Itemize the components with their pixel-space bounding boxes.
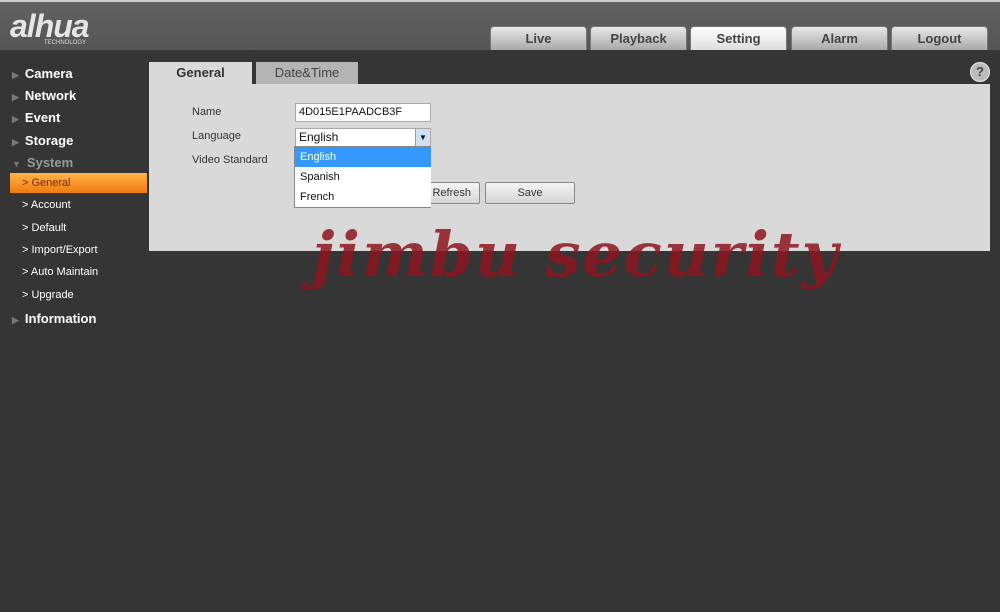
option-english[interactable]: English: [295, 147, 431, 167]
label: Auto Maintain: [30, 266, 99, 278]
label: > General: [22, 177, 71, 189]
tab-general[interactable]: General: [149, 62, 252, 84]
label: Import/Export: [31, 244, 98, 256]
name-input[interactable]: 4D015E1PAADCB3F: [295, 103, 431, 122]
sidebar-item-default[interactable]: > Default: [22, 222, 66, 234]
chevron-down-icon[interactable]: ▼: [415, 129, 430, 146]
logo-subtitle: TECHNOLOGY: [44, 40, 87, 46]
label-text: General: [31, 177, 71, 189]
option-french[interactable]: French: [295, 187, 431, 207]
sidebar-item-system[interactable]: ▼ System: [12, 155, 73, 170]
sidebar-item-information[interactable]: ▶ Information: [12, 311, 96, 326]
sidebar-item-network[interactable]: ▶ Network: [12, 88, 76, 103]
sidebar-item-event[interactable]: ▶ Event: [12, 110, 60, 125]
triangle-right-icon: ▶: [12, 137, 19, 147]
label: Account: [30, 199, 71, 211]
triangle-right-icon: ▶: [12, 70, 19, 80]
sidebar-item-upgrade[interactable]: > Upgrade: [22, 289, 74, 301]
triangle-right-icon: ▶: [12, 92, 19, 102]
language-label: Language: [192, 130, 241, 142]
nav-live[interactable]: Live: [490, 26, 587, 50]
watermark: jimbu security: [312, 218, 840, 291]
sidebar-item-auto-maintain[interactable]: > Auto Maintain: [22, 266, 98, 278]
label: Network: [24, 88, 77, 103]
option-spanish[interactable]: Spanish: [295, 167, 431, 187]
sidebar-item-import-export[interactable]: > Import/Export: [22, 244, 98, 256]
save-button[interactable]: Save: [485, 182, 575, 204]
label: Event: [24, 110, 61, 125]
sidebar-item-account[interactable]: > Account: [22, 199, 71, 211]
language-select[interactable]: English ▼: [295, 128, 431, 147]
help-icon[interactable]: ?: [970, 62, 990, 82]
nav-playback[interactable]: Playback: [590, 26, 687, 50]
nav-setting[interactable]: Setting: [690, 26, 787, 50]
label: Camera: [24, 66, 73, 81]
nav-logout[interactable]: Logout: [891, 26, 988, 50]
label: Upgrade: [31, 289, 74, 301]
sidebar-item-general[interactable]: > General: [10, 173, 147, 193]
tab-date-time[interactable]: Date&Time: [256, 62, 358, 84]
label: Information: [24, 311, 97, 326]
label: Storage: [24, 133, 74, 148]
language-value: English: [299, 130, 339, 144]
name-label: Name: [192, 106, 222, 118]
triangle-right-icon: ▶: [12, 315, 19, 325]
label: System: [26, 155, 74, 170]
sidebar-item-camera[interactable]: ▶ Camera: [12, 66, 73, 81]
nav-alarm[interactable]: Alarm: [791, 26, 888, 50]
video-standard-label: Video Standard: [192, 154, 268, 166]
label: Default: [31, 222, 67, 234]
triangle-down-icon: ▼: [12, 159, 21, 169]
sidebar-item-storage[interactable]: ▶ Storage: [12, 133, 73, 148]
triangle-right-icon: ▶: [12, 114, 19, 124]
